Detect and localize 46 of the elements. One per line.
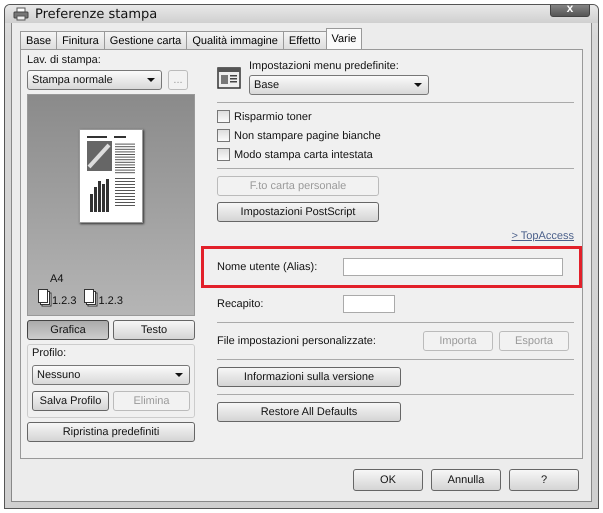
dialog-button[interactable]: Annulla (431, 469, 501, 491)
tab[interactable]: Base (20, 31, 58, 49)
dialog-button[interactable]: ? (509, 469, 579, 491)
custom-settings-label: File impostazioni personalizzate: (217, 335, 377, 347)
caret-icon (414, 83, 422, 87)
checkbox[interactable] (217, 148, 230, 161)
option-button[interactable]: Impostazioni PostScript (217, 202, 379, 222)
checkbox-label: Risparmio toner (234, 110, 312, 122)
department-label: Recapito: (217, 298, 264, 310)
job-label: Lav. di stampa: (27, 54, 102, 66)
profile-button[interactable]: Salva Profilo (32, 391, 109, 411)
topaccess-link[interactable]: > TopAccess (512, 230, 574, 242)
tab[interactable]: Qualità immagine (186, 31, 284, 49)
profile-dropdown[interactable]: Nessuno (32, 365, 190, 385)
tab[interactable]: Effetto (282, 31, 327, 49)
window-title: Preferenze stampa (35, 6, 158, 22)
username-label: Nome utente (Alias): (217, 261, 318, 273)
restore-defaults-button[interactable]: Ripristina predefiniti (27, 422, 195, 442)
default-menu-dropdown[interactable]: Base (249, 75, 429, 95)
username-field[interactable] (343, 258, 563, 276)
tab[interactable]: Gestione carta (104, 31, 188, 49)
view-toggle-button[interactable]: Testo (113, 320, 195, 340)
dialog-button[interactable]: OK (353, 469, 423, 491)
tab[interactable]: Finitura (56, 31, 105, 49)
checkbox[interactable] (217, 129, 230, 142)
view-toggle-button[interactable]: Grafica (27, 320, 109, 340)
paper-size-label: A4 (50, 273, 64, 285)
collate-label: 1.2.3 (98, 295, 123, 307)
checkbox-label: Modo stampa carta intestata (234, 148, 373, 160)
caret-icon (147, 78, 155, 82)
profile-label: Profilo: (32, 347, 68, 359)
checkbox-label: Non stampare pagine bianche (234, 130, 381, 142)
tab[interactable]: Varie (326, 28, 362, 49)
collate-label: 1.2.3 (52, 295, 76, 307)
page-stack-icon (84, 289, 98, 307)
department-field[interactable] (343, 295, 395, 313)
version-info-button[interactable]: Informazioni sulla versione (217, 367, 401, 387)
settings-window-icon (217, 66, 241, 90)
default-menu-label: Impostazioni menu predefinite: (249, 60, 400, 72)
page-stack-icon (38, 289, 52, 307)
job-dropdown[interactable]: Stampa normale (27, 70, 162, 90)
restore-all-button[interactable]: Restore All Defaults (217, 402, 401, 422)
checkbox[interactable] (217, 110, 230, 123)
printer-icon (13, 7, 29, 21)
caret-icon (175, 373, 183, 377)
close-button[interactable]: x (550, 5, 590, 17)
